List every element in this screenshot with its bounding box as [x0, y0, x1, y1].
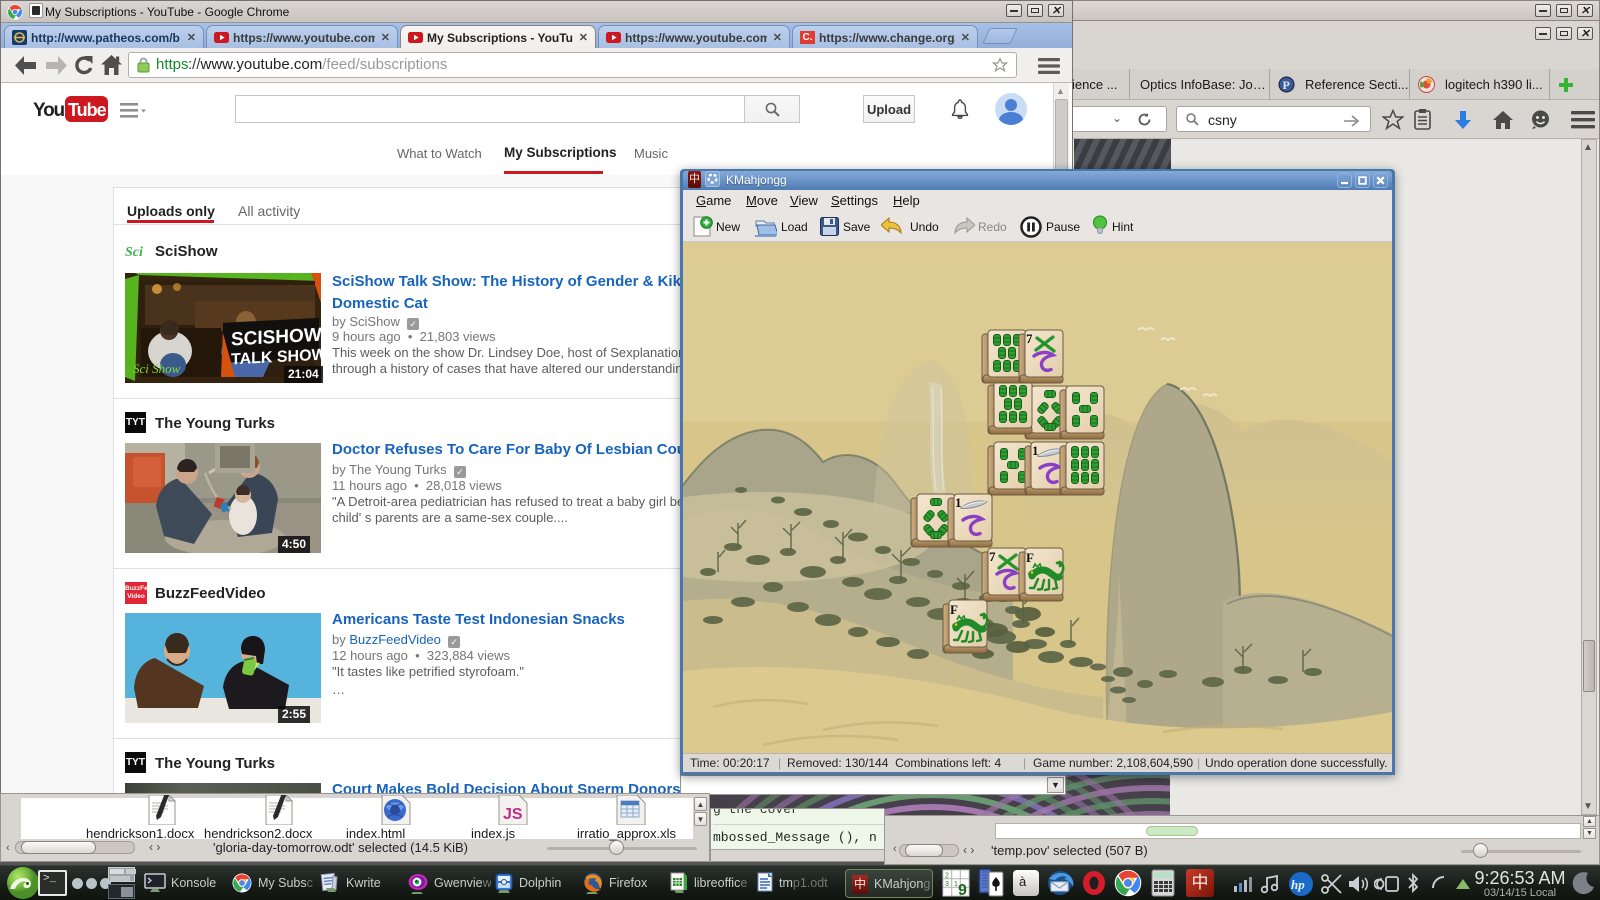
- svg-text:Sci Show: Sci Show: [133, 361, 181, 376]
- svg-text:9: 9: [958, 882, 967, 897]
- svg-text:hp: hp: [1291, 877, 1305, 892]
- svg-text:You: You: [33, 100, 64, 121]
- svg-text:3: 3: [945, 881, 949, 888]
- svg-text:2: 2: [945, 873, 949, 880]
- svg-text:P: P: [1283, 78, 1290, 92]
- svg-text:JS: JS: [503, 806, 523, 823]
- svg-text:à: à: [1019, 874, 1027, 889]
- svg-text:Tube: Tube: [68, 100, 107, 120]
- svg-text:Sci: Sci: [125, 245, 143, 259]
